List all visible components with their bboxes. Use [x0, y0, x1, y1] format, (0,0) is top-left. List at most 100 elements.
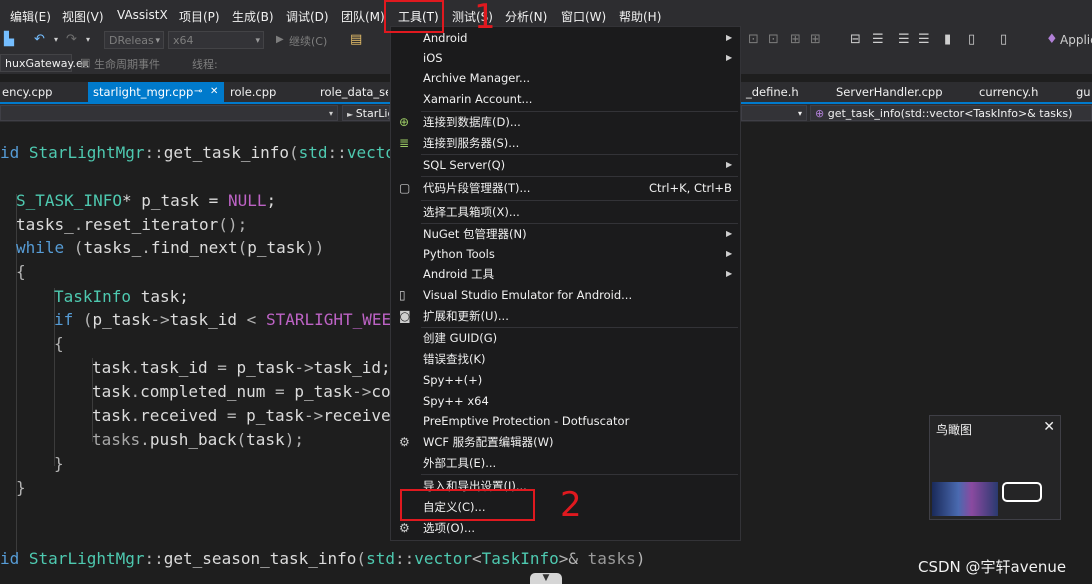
menu-item-external-tools[interactable]: 外部工具(E)...: [391, 453, 740, 473]
menu-separator: [421, 176, 738, 177]
toolbar-misc-icon[interactable]: ⊡: [768, 32, 779, 47]
menu-edit[interactable]: 编辑(E): [10, 8, 51, 25]
bookmark-prev-icon[interactable]: ▯: [968, 32, 975, 47]
watermark: CSDN @宇轩avenue: [918, 558, 1067, 576]
menu-item-python-tools[interactable]: Python Tools ▶: [391, 244, 740, 264]
arrow-right-icon: ►: [347, 110, 356, 119]
database-icon: ⊕: [399, 115, 410, 129]
menu-build[interactable]: 生成(B): [232, 8, 274, 25]
code-line: id StarLightMgr::get_task_info(std::vect…: [0, 143, 395, 162]
menu-item-error-lookup[interactable]: 错误查找(K): [391, 349, 740, 369]
menu-team[interactable]: 团队(M): [341, 8, 385, 25]
code-line: {: [54, 334, 64, 353]
pin-icon[interactable]: ⊸: [194, 82, 202, 102]
type-scope-select[interactable]: ► StarLig: [342, 105, 390, 121]
bookmark-next-icon[interactable]: ▯: [1000, 32, 1007, 47]
tab-overflow[interactable]: gu: [1074, 82, 1092, 102]
birds-eye-title: 鸟瞰图: [936, 423, 973, 437]
menu-item-extensions-updates[interactable]: ◙ 扩展和更新(U)...: [391, 306, 740, 326]
menu-item-spy[interactable]: Spy++(+): [391, 370, 740, 390]
find-in-files-icon[interactable]: ▤: [350, 32, 362, 47]
tab-starlight-mgr-cpp[interactable]: starlight_mgr.cpp ⊸ ✕: [88, 82, 224, 102]
undo-icon[interactable]: ↶: [34, 32, 45, 47]
chevron-down-icon: ▾: [328, 109, 333, 118]
member-select[interactable]: ⊕ get_task_info(std::vector<TaskInfo>& t…: [810, 105, 1092, 121]
menu-item-create-guid[interactable]: 创建 GUID(G): [391, 328, 740, 348]
menu-project[interactable]: 项目(P): [179, 8, 220, 25]
outline-icon[interactable]: ☰: [872, 32, 884, 47]
tab-role-cpp[interactable]: role.cpp: [228, 82, 308, 102]
tab-serverhandler-cpp[interactable]: ServerHandler.cpp: [834, 82, 964, 102]
chevron-down-icon[interactable]: ▼: [530, 573, 562, 584]
toolbar-misc-icon[interactable]: ⊡: [748, 32, 759, 47]
play-icon[interactable]: ▶: [276, 34, 284, 45]
code-line: }: [16, 478, 26, 497]
code-line: {: [16, 262, 26, 281]
menu-item-connect-database[interactable]: ⊕ 连接到数据库(D)...: [391, 112, 740, 132]
code-line: id StarLightMgr::get_season_task_info(st…: [0, 549, 646, 568]
comment-icon[interactable]: ☰: [898, 32, 910, 47]
menu-analyze[interactable]: 分析(N): [505, 8, 547, 25]
menu-item-vs-emulator[interactable]: ▯ Visual Studio Emulator for Android...: [391, 285, 740, 305]
menu-item-xamarin-account[interactable]: Xamarin Account...: [391, 89, 740, 109]
menu-item-code-snippets-manager[interactable]: ▢ 代码片段管理器(T)... Ctrl+K, Ctrl+B: [391, 178, 740, 198]
project-scope-select[interactable]: ▾: [0, 105, 338, 121]
submenu-arrow-icon: ▶: [726, 229, 733, 238]
tab-label: gu: [1076, 85, 1091, 99]
code-line: }: [54, 454, 64, 473]
redo-dropdown-icon[interactable]: ▾: [86, 35, 90, 44]
process-value: huxGateway.ex: [5, 57, 90, 70]
lifecycle-icon: ▣: [80, 56, 91, 69]
gear-icon: ⚙: [399, 435, 410, 449]
menu-item-android-tools[interactable]: Android 工具 ▶: [391, 264, 740, 284]
close-icon[interactable]: ✕: [210, 82, 218, 102]
application-insights-label[interactable]: Applic: [1060, 33, 1092, 47]
lifecycle-events-button[interactable]: 生命周期事件: [94, 56, 160, 72]
menu-item-wcf-config-editor[interactable]: ⚙ WCF 服务配置编辑器(W): [391, 432, 740, 452]
menu-vassistx[interactable]: VAssistX: [117, 8, 168, 22]
annotation-box-tools-menu: [384, 0, 444, 33]
member-value: get_task_info(std::vector<TaskInfo>& tas…: [827, 107, 1073, 120]
continue-button[interactable]: 继续(C): [289, 33, 327, 49]
menu-item-choose-toolbox-items[interactable]: 选择工具箱项(X)...: [391, 202, 740, 222]
save-all-icon[interactable]: ▙: [4, 32, 14, 47]
menu-item-spy-x64[interactable]: Spy++ x64: [391, 391, 740, 411]
thread-label: 线程:: [192, 58, 218, 71]
bookmark-icon[interactable]: ▮: [944, 32, 951, 47]
toolbar-misc-icon[interactable]: ⊞: [810, 32, 821, 47]
close-icon[interactable]: ✕: [1043, 419, 1055, 435]
uncomment-icon[interactable]: ☰: [918, 32, 930, 47]
birds-eye-viewport[interactable]: [1002, 482, 1042, 502]
tab-currency-h[interactable]: currency.h: [977, 82, 1057, 102]
menu-item-sql-server[interactable]: SQL Server(Q) ▶: [391, 155, 740, 175]
menu-item-connect-server[interactable]: ≣ 连接到服务器(S)...: [391, 133, 740, 153]
menu-debug[interactable]: 调试(D): [286, 8, 329, 25]
solution-config-select[interactable]: DReleas ▾: [104, 31, 164, 49]
menu-item-nuget[interactable]: NuGet 包管理器(N) ▶: [391, 224, 740, 244]
type-scope-select-right[interactable]: ▾: [741, 105, 807, 121]
code-line: tasks_.reset_iterator();: [16, 215, 248, 234]
toolbar-misc-icon[interactable]: ⊞: [790, 32, 801, 47]
tab-label: currency.h: [979, 85, 1039, 99]
platform-select[interactable]: x64 ▾: [168, 31, 264, 49]
undo-dropdown-icon[interactable]: ▾: [54, 35, 58, 44]
tab-label: ency.cpp: [2, 85, 53, 99]
menu-item-ios[interactable]: iOS ▶: [391, 48, 740, 68]
menu-window[interactable]: 窗口(W): [561, 8, 606, 25]
tab-currency-cpp[interactable]: ency.cpp: [0, 82, 82, 102]
redo-icon[interactable]: ↷: [66, 32, 77, 47]
menu-item-archive-manager[interactable]: Archive Manager...: [391, 68, 740, 88]
tab-define-h[interactable]: _define.h: [744, 82, 814, 102]
birds-eye-panel: 鸟瞰图 ✕: [929, 415, 1061, 520]
lightbulb-icon[interactable]: ♦: [1046, 32, 1058, 47]
process-select[interactable]: huxGateway.ex: [0, 54, 89, 72]
outline-icon[interactable]: ⊟: [850, 32, 861, 47]
code-line: TaskInfo task;: [54, 287, 189, 306]
menu-help[interactable]: 帮助(H): [619, 8, 661, 25]
tab-label: _define.h: [746, 85, 799, 99]
tab-role-data-serv[interactable]: role_data_serv: [318, 82, 388, 102]
chevron-down-icon: ▾: [255, 36, 260, 46]
menu-item-dotfuscator[interactable]: PreEmptive Protection - Dotfuscator: [391, 411, 740, 431]
code-line: while (tasks_.find_next(p_task)): [16, 238, 325, 257]
menu-view[interactable]: 视图(V): [62, 8, 104, 25]
